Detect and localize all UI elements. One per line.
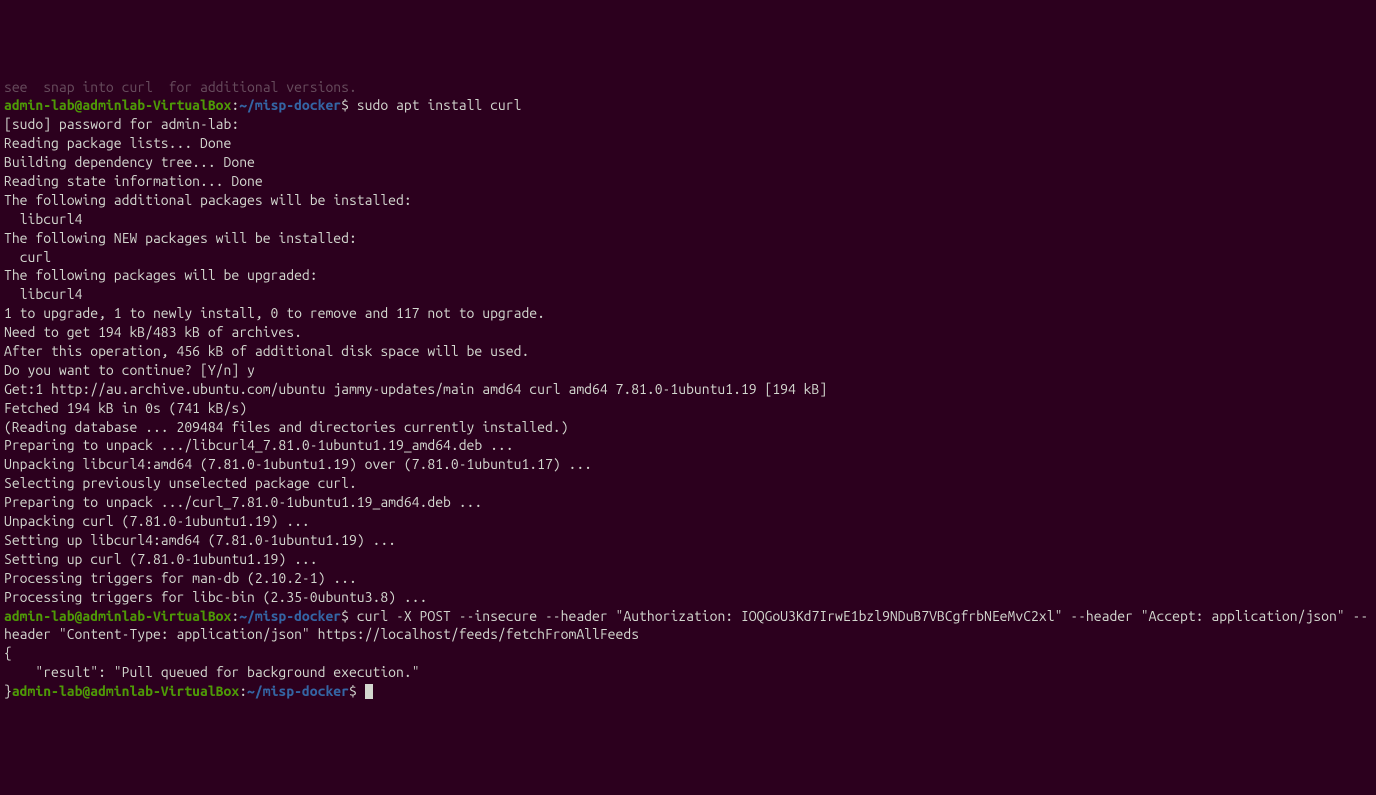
prompt-line: }admin-lab@adminlab-VirtualBox:~/misp-do… bbox=[4, 682, 1372, 701]
terminal-scrollback[interactable]: see snap into curl for additional versio… bbox=[4, 78, 1372, 701]
output-line: Selecting previously unselected package … bbox=[4, 474, 1372, 493]
output-line: Setting up curl (7.81.0-1ubuntu1.19) ... bbox=[4, 550, 1372, 569]
entered-command: sudo apt install curl bbox=[349, 97, 521, 113]
working-dir: ~/misp-docker bbox=[239, 608, 341, 624]
output-line: (Reading database ... 209484 files and d… bbox=[4, 418, 1372, 437]
output-line: Need to get 194 kB/483 kB of archives. bbox=[4, 323, 1372, 342]
input-area[interactable] bbox=[357, 683, 373, 699]
working-dir: ~/misp-docker bbox=[247, 683, 349, 699]
output-line: Unpacking curl (7.81.0-1ubuntu1.19) ... bbox=[4, 512, 1372, 531]
output-line: Reading state information... Done bbox=[4, 172, 1372, 191]
output-line: Preparing to unpack .../curl_7.81.0-1ubu… bbox=[4, 493, 1372, 512]
output-line: The following additional packages will b… bbox=[4, 191, 1372, 210]
user-host: admin-lab@adminlab-VirtualBox bbox=[12, 683, 239, 699]
output-line: curl bbox=[4, 248, 1372, 267]
output-line: The following NEW packages will be insta… bbox=[4, 229, 1372, 248]
cursor-icon bbox=[365, 684, 373, 699]
output-line: Processing triggers for libc-bin (2.35-0… bbox=[4, 588, 1372, 607]
prompt-dollar: $ bbox=[349, 683, 357, 699]
output-line: libcurl4 bbox=[4, 285, 1372, 304]
output-line: [sudo] password for admin-lab: bbox=[4, 115, 1372, 134]
working-dir: ~/misp-docker bbox=[239, 97, 341, 113]
prompt-line: admin-lab@adminlab-VirtualBox:~/misp-doc… bbox=[4, 607, 1372, 645]
prompt-dollar: $ bbox=[341, 97, 349, 113]
output-line: After this operation, 456 kB of addition… bbox=[4, 342, 1372, 361]
user-host: admin-lab@adminlab-VirtualBox bbox=[4, 608, 231, 624]
output-line: Get:1 http://au.archive.ubuntu.com/ubunt… bbox=[4, 380, 1372, 399]
user-host: admin-lab@adminlab-VirtualBox bbox=[4, 97, 231, 113]
output-line: see snap into curl for additional versio… bbox=[4, 78, 1372, 97]
output-line: "result": "Pull queued for background ex… bbox=[4, 663, 1372, 682]
output-line: Setting up libcurl4:amd64 (7.81.0-1ubunt… bbox=[4, 531, 1372, 550]
output-line: { bbox=[4, 644, 1372, 663]
output-line: Preparing to unpack .../libcurl4_7.81.0-… bbox=[4, 436, 1372, 455]
output-line: 1 to upgrade, 1 to newly install, 0 to r… bbox=[4, 304, 1372, 323]
output-line: Do you want to continue? [Y/n] y bbox=[4, 361, 1372, 380]
prompt-dollar: $ bbox=[341, 608, 349, 624]
output-line: libcurl4 bbox=[4, 210, 1372, 229]
output-line: Fetched 194 kB in 0s (741 kB/s) bbox=[4, 399, 1372, 418]
output-line: Building dependency tree... Done bbox=[4, 153, 1372, 172]
output-line: The following packages will be upgraded: bbox=[4, 266, 1372, 285]
output-line: Processing triggers for man-db (2.10.2-1… bbox=[4, 569, 1372, 588]
prompt-line: admin-lab@adminlab-VirtualBox:~/misp-doc… bbox=[4, 96, 1372, 115]
output-line: Unpacking libcurl4:amd64 (7.81.0-1ubuntu… bbox=[4, 455, 1372, 474]
json-closing-brace: } bbox=[4, 683, 12, 699]
output-line: Reading package lists... Done bbox=[4, 134, 1372, 153]
prompt-colon: : bbox=[239, 683, 247, 699]
